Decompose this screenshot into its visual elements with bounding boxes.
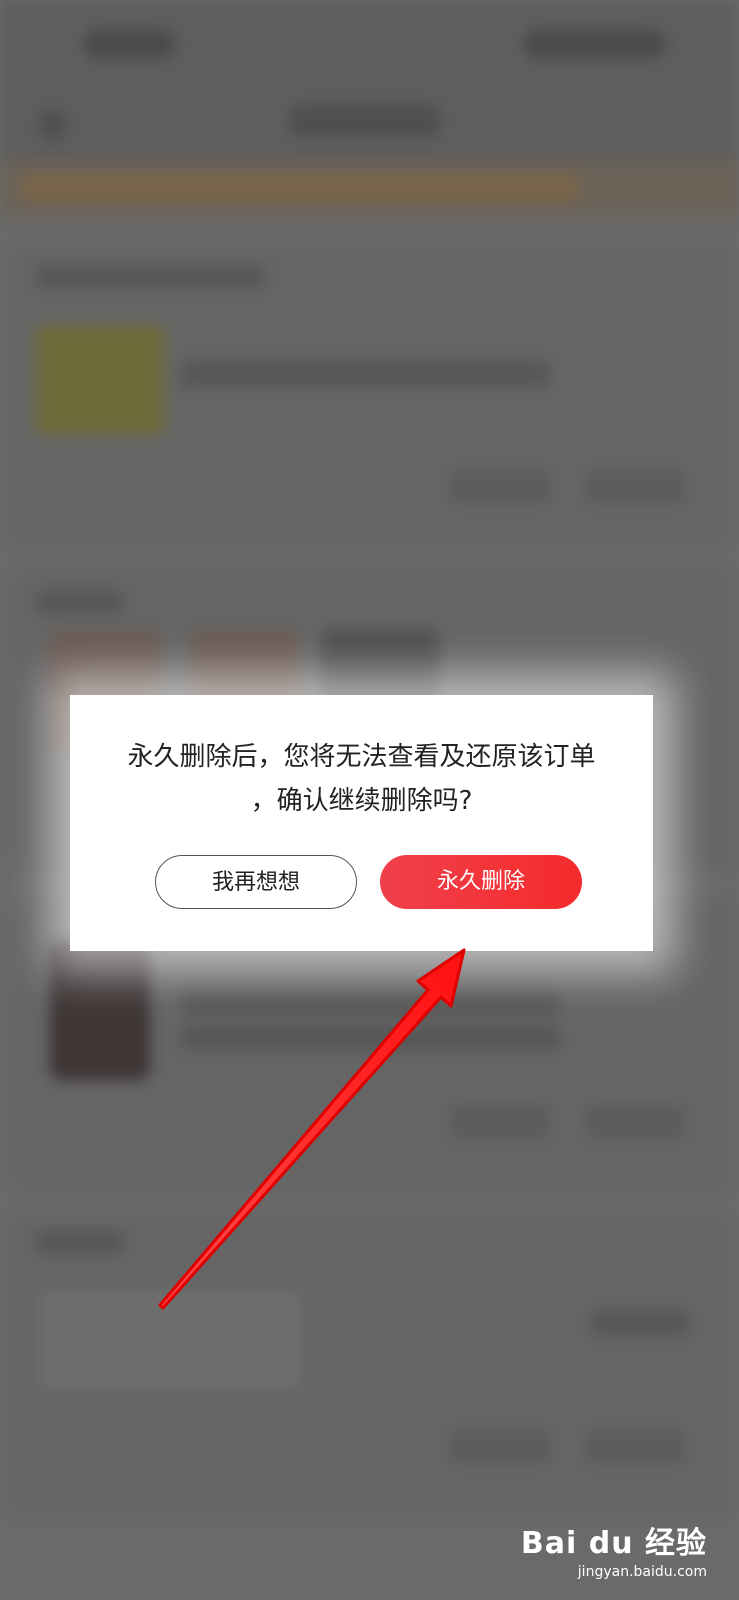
notice-bar [0,160,739,216]
watermark-url: jingyan.baidu.com [577,1564,707,1580]
delete-confirm-dialog: 永久删除后，您将无法查看及还原该订单 ，确认继续删除吗? 我再想想 永久删除 [70,695,653,951]
watermark-logo: Bai du 经验 [520,1526,707,1561]
permanent-delete-button[interactable]: 永久删除 [380,855,582,909]
status-bar [0,0,739,90]
nav-bar [0,90,739,160]
order-card [10,1215,729,1515]
order-card [10,245,729,545]
baidu-jingyan-watermark: Bai du 经验 jingyan.baidu.com [521,1518,707,1580]
cancel-button[interactable]: 我再想想 [155,855,357,909]
dialog-message: 永久删除后，您将无法查看及还原该订单 ，确认继续删除吗? [127,742,596,816]
